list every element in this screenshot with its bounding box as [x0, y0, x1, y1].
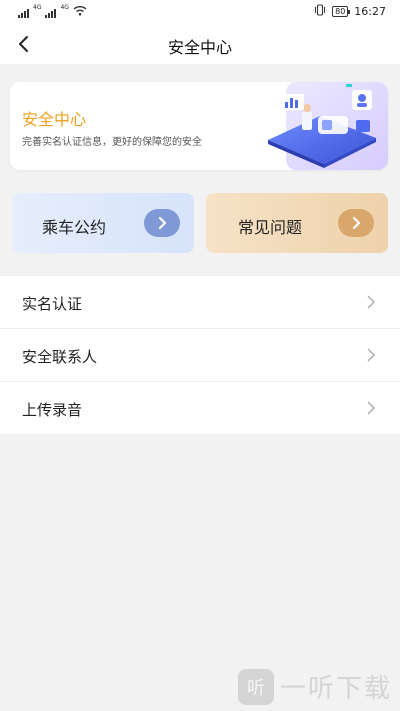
signal-icon	[45, 7, 57, 18]
menu-item-label: 安全联系人	[22, 348, 98, 366]
security-banner: 安全中心 完善实名认证信息，更好的保障您的安全	[10, 82, 388, 170]
menu-item-label: 上传录音	[22, 401, 83, 419]
signal-icon	[18, 7, 29, 18]
battery-icon: 80	[332, 6, 351, 17]
network-type-a: 4G	[33, 4, 42, 11]
clock: 16:27	[354, 5, 386, 18]
watermark-logo: 听	[237, 668, 274, 705]
vibrate-icon	[314, 4, 326, 19]
menu-item-label: 实名认证	[22, 295, 83, 313]
shortcut-label: 常见问题	[238, 218, 303, 237]
chevron-right-icon	[338, 209, 374, 237]
menu-item-real-name[interactable]: 实名认证	[0, 276, 400, 329]
chevron-right-icon	[367, 295, 375, 309]
shortcut-label: 乘车公约	[42, 218, 107, 237]
wifi-icon	[73, 5, 87, 19]
chevron-right-icon	[144, 209, 180, 237]
security-illustration	[268, 82, 388, 170]
menu-item-upload-recording[interactable]: 上传录音	[0, 382, 400, 434]
network-type-b: 4G	[60, 4, 69, 11]
page-title: 安全中心	[167, 38, 232, 57]
shortcut-faq[interactable]: 常见问题	[206, 193, 388, 253]
status-left: 4G 4G	[18, 5, 87, 19]
security-menu: 实名认证 安全联系人 上传录音	[0, 276, 400, 434]
status-right: 80 16:27	[314, 4, 386, 19]
shortcut-riding-rules[interactable]: 乘车公约	[12, 193, 194, 253]
watermark-text: 一听下载	[279, 674, 392, 704]
banner-title: 安全中心	[22, 110, 87, 129]
chevron-right-icon	[367, 348, 375, 362]
nav-bar: 安全中心	[0, 24, 400, 64]
watermark: 听 一听下载	[237, 668, 392, 705]
banner-subtitle: 完善实名认证信息，更好的保障您的安全	[22, 137, 202, 148]
status-bar: 4G 4G 80 16:27	[0, 0, 400, 24]
chevron-right-icon	[367, 401, 375, 415]
menu-item-emergency-contact[interactable]: 安全联系人	[0, 329, 400, 382]
